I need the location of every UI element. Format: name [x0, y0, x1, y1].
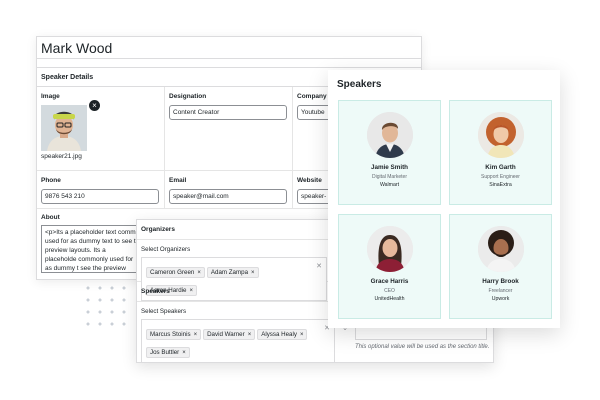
email-column: Email speaker@mail.com [165, 171, 293, 208]
close-icon[interactable]: ✕ [316, 262, 322, 270]
section-title-input[interactable] [355, 326, 487, 340]
selected-token[interactable]: Cameron Green × [146, 267, 205, 278]
speaker-name: Jamie Smith [370, 164, 409, 171]
remove-token-icon[interactable]: × [194, 332, 198, 338]
avatar-illustration [366, 112, 413, 158]
phone-input[interactable]: 9876 543 210 [41, 189, 159, 204]
speaker-card[interactable]: Jamie Smith Digital Marketer Walmart [338, 100, 441, 205]
remove-token-icon[interactable]: × [182, 350, 186, 356]
speaker-role: Digital Marketer [371, 174, 407, 180]
speaker-name: Kim Garth [485, 164, 516, 171]
speaker-org: Walmart [379, 182, 400, 188]
speaker-role: Freelancer [488, 288, 513, 294]
avatar-illustration [477, 112, 524, 158]
remove-token-icon[interactable]: × [197, 270, 201, 276]
speaker-photo[interactable] [41, 105, 87, 151]
selected-token[interactable]: Alyssa Healy × [257, 329, 308, 340]
close-circle-icon: × [92, 101, 97, 110]
designation-column: Designation Content Creator [165, 87, 293, 170]
speaker-org: SinaExtra [489, 182, 512, 188]
selected-token[interactable]: Marcus Stoinis × [146, 329, 202, 340]
token-label: Marcus Stoinis [150, 331, 191, 338]
token-label: Cameron Green [150, 269, 195, 276]
speakers-heading: Speakers [337, 79, 382, 90]
phone-label: Phone [41, 177, 61, 184]
email-input[interactable]: speaker@mail.com [169, 189, 287, 204]
speaker-name: Grace Harris [370, 278, 409, 285]
speakers-select[interactable]: Marcus Stoinis × David Warner × Alyssa Healy… [141, 319, 348, 363]
avatar [477, 112, 524, 158]
speaker-org: UnitedHealth [374, 296, 405, 302]
remove-token-icon[interactable]: × [251, 270, 255, 276]
remove-token-icon[interactable]: × [300, 332, 304, 338]
speaker-card[interactable]: Harry Brook Freelancer Upwork [449, 214, 552, 319]
about-textarea[interactable]: <p>Its a placeholder text comm used for … [41, 225, 141, 273]
section-title-hint: This optional value will be used as the … [355, 344, 490, 350]
speaker-name: Harry Brook [482, 278, 519, 285]
speaker-photo-illustration [41, 105, 87, 151]
designation-label: Designation [169, 93, 207, 100]
designation-input[interactable]: Content Creator [169, 105, 287, 120]
phone-column: Phone 9876 543 210 [37, 171, 165, 208]
about-label: About [41, 214, 60, 221]
speaker-card[interactable]: Grace Harris CEO UnitedHealth [338, 214, 441, 319]
token-label: David Warner [207, 331, 245, 338]
speaker-role: Support Engineer [481, 174, 520, 180]
post-title-input[interactable]: Mark Wood [37, 37, 421, 59]
selected-token[interactable]: Adam Zampa × [206, 267, 259, 278]
token-label: Jos Buttler [150, 349, 180, 356]
remove-token-icon[interactable]: × [248, 332, 252, 338]
avatar [477, 226, 524, 272]
decorative-dot-grid [82, 282, 130, 330]
email-label: Email [169, 177, 187, 184]
remove-image-button[interactable]: × [89, 100, 100, 111]
avatar [366, 112, 413, 158]
image-column: Image × speaker21.jpg [37, 87, 165, 170]
token-label: Adam Zampa [210, 269, 249, 276]
speaker-role: CEO [384, 288, 395, 294]
selected-token[interactable]: Jos Buttler × [146, 347, 190, 358]
token-label: Alyssa Healy [261, 331, 297, 338]
image-filename: speaker21.jpg [41, 153, 82, 160]
speaker-card[interactable]: Kim Garth Support Engineer SinaExtra [449, 100, 552, 205]
avatar-illustration [366, 226, 413, 272]
image-label: Image [41, 93, 60, 100]
selected-token[interactable]: David Warner × [203, 329, 256, 340]
speaker-org: Upwork [491, 296, 510, 302]
avatar-illustration [477, 226, 524, 272]
avatar [366, 226, 413, 272]
speakers-preview-panel: Speakers Jamie Smith Digital Marketer Wa… [328, 70, 560, 328]
